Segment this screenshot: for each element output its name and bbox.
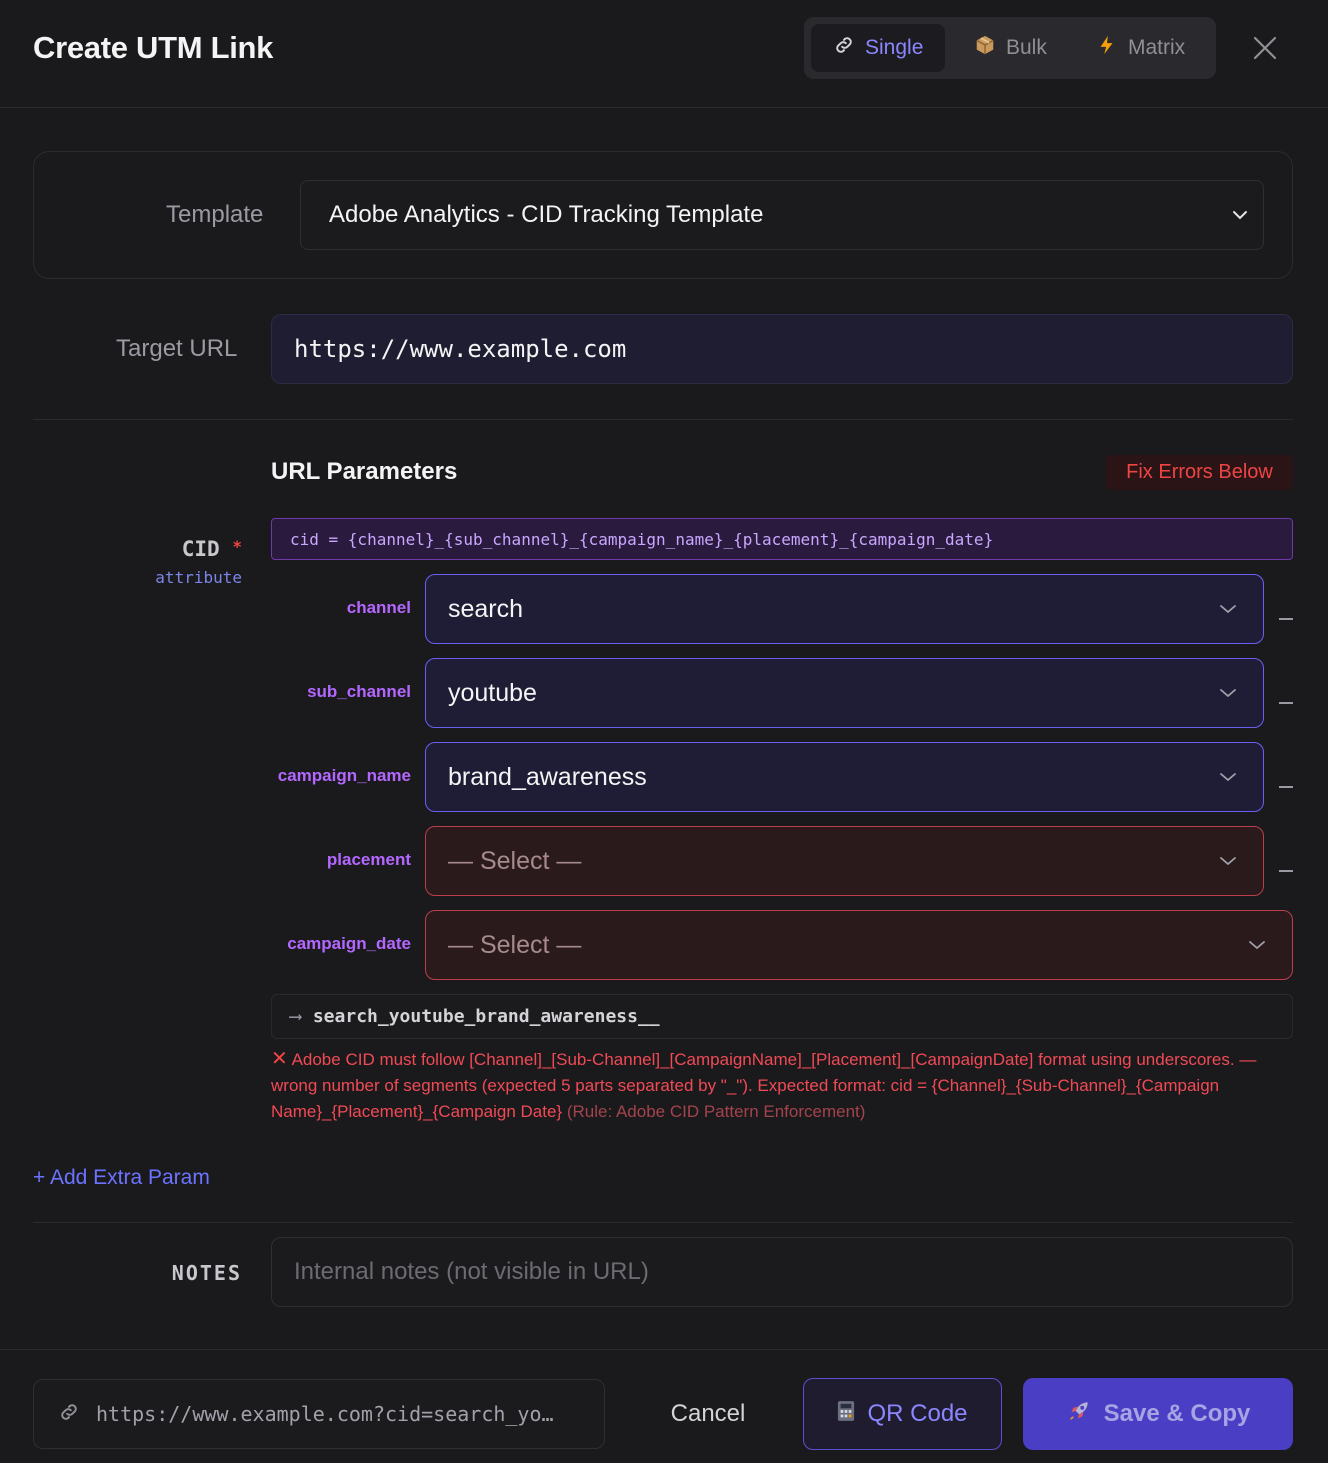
segment-value: brand_awareness xyxy=(448,762,647,791)
validation-error: ✕ Adobe CID must follow [Channel]_[Sub-C… xyxy=(271,1046,1281,1125)
divider xyxy=(33,419,1293,420)
qr-code-label: QR Code xyxy=(867,1400,968,1427)
cid-pattern: cid = {channel}_{sub_channel}_{campaign_… xyxy=(271,518,1293,560)
segment-value: — Select — xyxy=(448,846,582,875)
lightning-icon xyxy=(1096,34,1118,62)
segment-value: search xyxy=(448,594,524,623)
cid-preview: ⟶ search_youtube_brand_awareness__ xyxy=(271,994,1293,1039)
save-copy-button[interactable]: Save & Copy xyxy=(1023,1378,1293,1450)
segment-separator xyxy=(1279,870,1293,872)
template-label: Template xyxy=(166,201,264,228)
error-x-icon: ✕ xyxy=(271,1048,288,1070)
tab-bulk[interactable]: Bulk xyxy=(952,24,1069,72)
segment-value: — Select — xyxy=(448,930,582,959)
chevron-down-icon xyxy=(1249,941,1265,950)
target-url-label: Target URL xyxy=(116,335,238,362)
add-extra-param-button[interactable]: + Add Extra Param xyxy=(33,1166,210,1190)
required-marker: * xyxy=(232,537,242,556)
template-select[interactable]: Adobe Analytics - CID Tracking Template xyxy=(300,180,1264,250)
generated-url-value: https://www.example.com?cid=search_yo… xyxy=(96,1402,554,1426)
mode-switcher: Single Bulk Matrix xyxy=(804,17,1216,79)
notes-label: NOTES xyxy=(171,1261,242,1285)
error-rule: (Rule: Adobe CID Pattern Enforcement) xyxy=(566,1102,866,1121)
chevron-down-icon xyxy=(1220,689,1236,698)
save-copy-label: Save & Copy xyxy=(1103,1400,1251,1427)
tab-bulk-label: Bulk xyxy=(1006,36,1047,59)
modal-title: Create UTM Link xyxy=(33,30,274,65)
cid-name: CID xyxy=(181,537,220,561)
tab-matrix[interactable]: Matrix xyxy=(1074,24,1207,72)
tab-matrix-label: Matrix xyxy=(1128,36,1186,59)
divider xyxy=(33,1222,1293,1223)
tab-single-label: Single xyxy=(865,36,924,59)
link-icon xyxy=(58,1401,80,1428)
fix-errors-badge: Fix Errors Below xyxy=(1106,455,1293,490)
arrow-right-icon: ⟶ xyxy=(290,1006,301,1027)
cid-param-type: attribute xyxy=(155,568,242,587)
segment-select-campaign-name[interactable]: brand_awareness xyxy=(425,742,1264,812)
cancel-button[interactable]: Cancel xyxy=(640,1379,776,1449)
template-select-value: Adobe Analytics - CID Tracking Template xyxy=(329,201,764,228)
package-icon xyxy=(974,34,996,62)
notes-input[interactable] xyxy=(271,1237,1293,1307)
segment-label-placement: placement xyxy=(326,850,411,869)
segment-separator xyxy=(1279,618,1293,620)
calculator-icon xyxy=(837,1400,855,1429)
segment-label-channel: channel xyxy=(346,598,411,617)
segment-select-sub-channel[interactable]: youtube xyxy=(425,658,1264,728)
segment-separator xyxy=(1279,702,1293,704)
qr-code-button[interactable]: QR Code xyxy=(803,1378,1002,1450)
cid-preview-value: search_youtube_brand_awareness__ xyxy=(312,1006,660,1027)
rocket-icon xyxy=(1066,1398,1092,1431)
segment-select-placement[interactable]: — Select — xyxy=(425,826,1264,896)
segment-separator xyxy=(1279,786,1293,788)
close-icon[interactable] xyxy=(1250,33,1280,63)
tab-single[interactable]: Single xyxy=(811,24,946,72)
segment-label-campaign-date: campaign_date xyxy=(287,934,411,953)
chevron-down-icon xyxy=(1220,605,1236,614)
chevron-down-icon xyxy=(1220,773,1236,782)
segment-select-channel[interactable]: search xyxy=(425,574,1264,644)
segment-label-sub-channel: sub_channel xyxy=(307,682,411,701)
generated-url[interactable]: https://www.example.com?cid=search_yo… xyxy=(33,1379,605,1449)
target-url-input[interactable]: https://www.example.com xyxy=(271,314,1293,384)
chevron-down-icon xyxy=(1220,857,1236,866)
cid-param-name: CID * xyxy=(182,537,242,561)
segment-select-campaign-date[interactable]: — Select — xyxy=(425,910,1293,980)
chevron-down-icon xyxy=(1233,211,1247,220)
link-icon xyxy=(833,34,855,62)
url-parameters-title: URL Parameters xyxy=(271,458,458,485)
segment-value: youtube xyxy=(448,678,537,707)
segment-label-campaign-name: campaign_name xyxy=(277,766,411,785)
